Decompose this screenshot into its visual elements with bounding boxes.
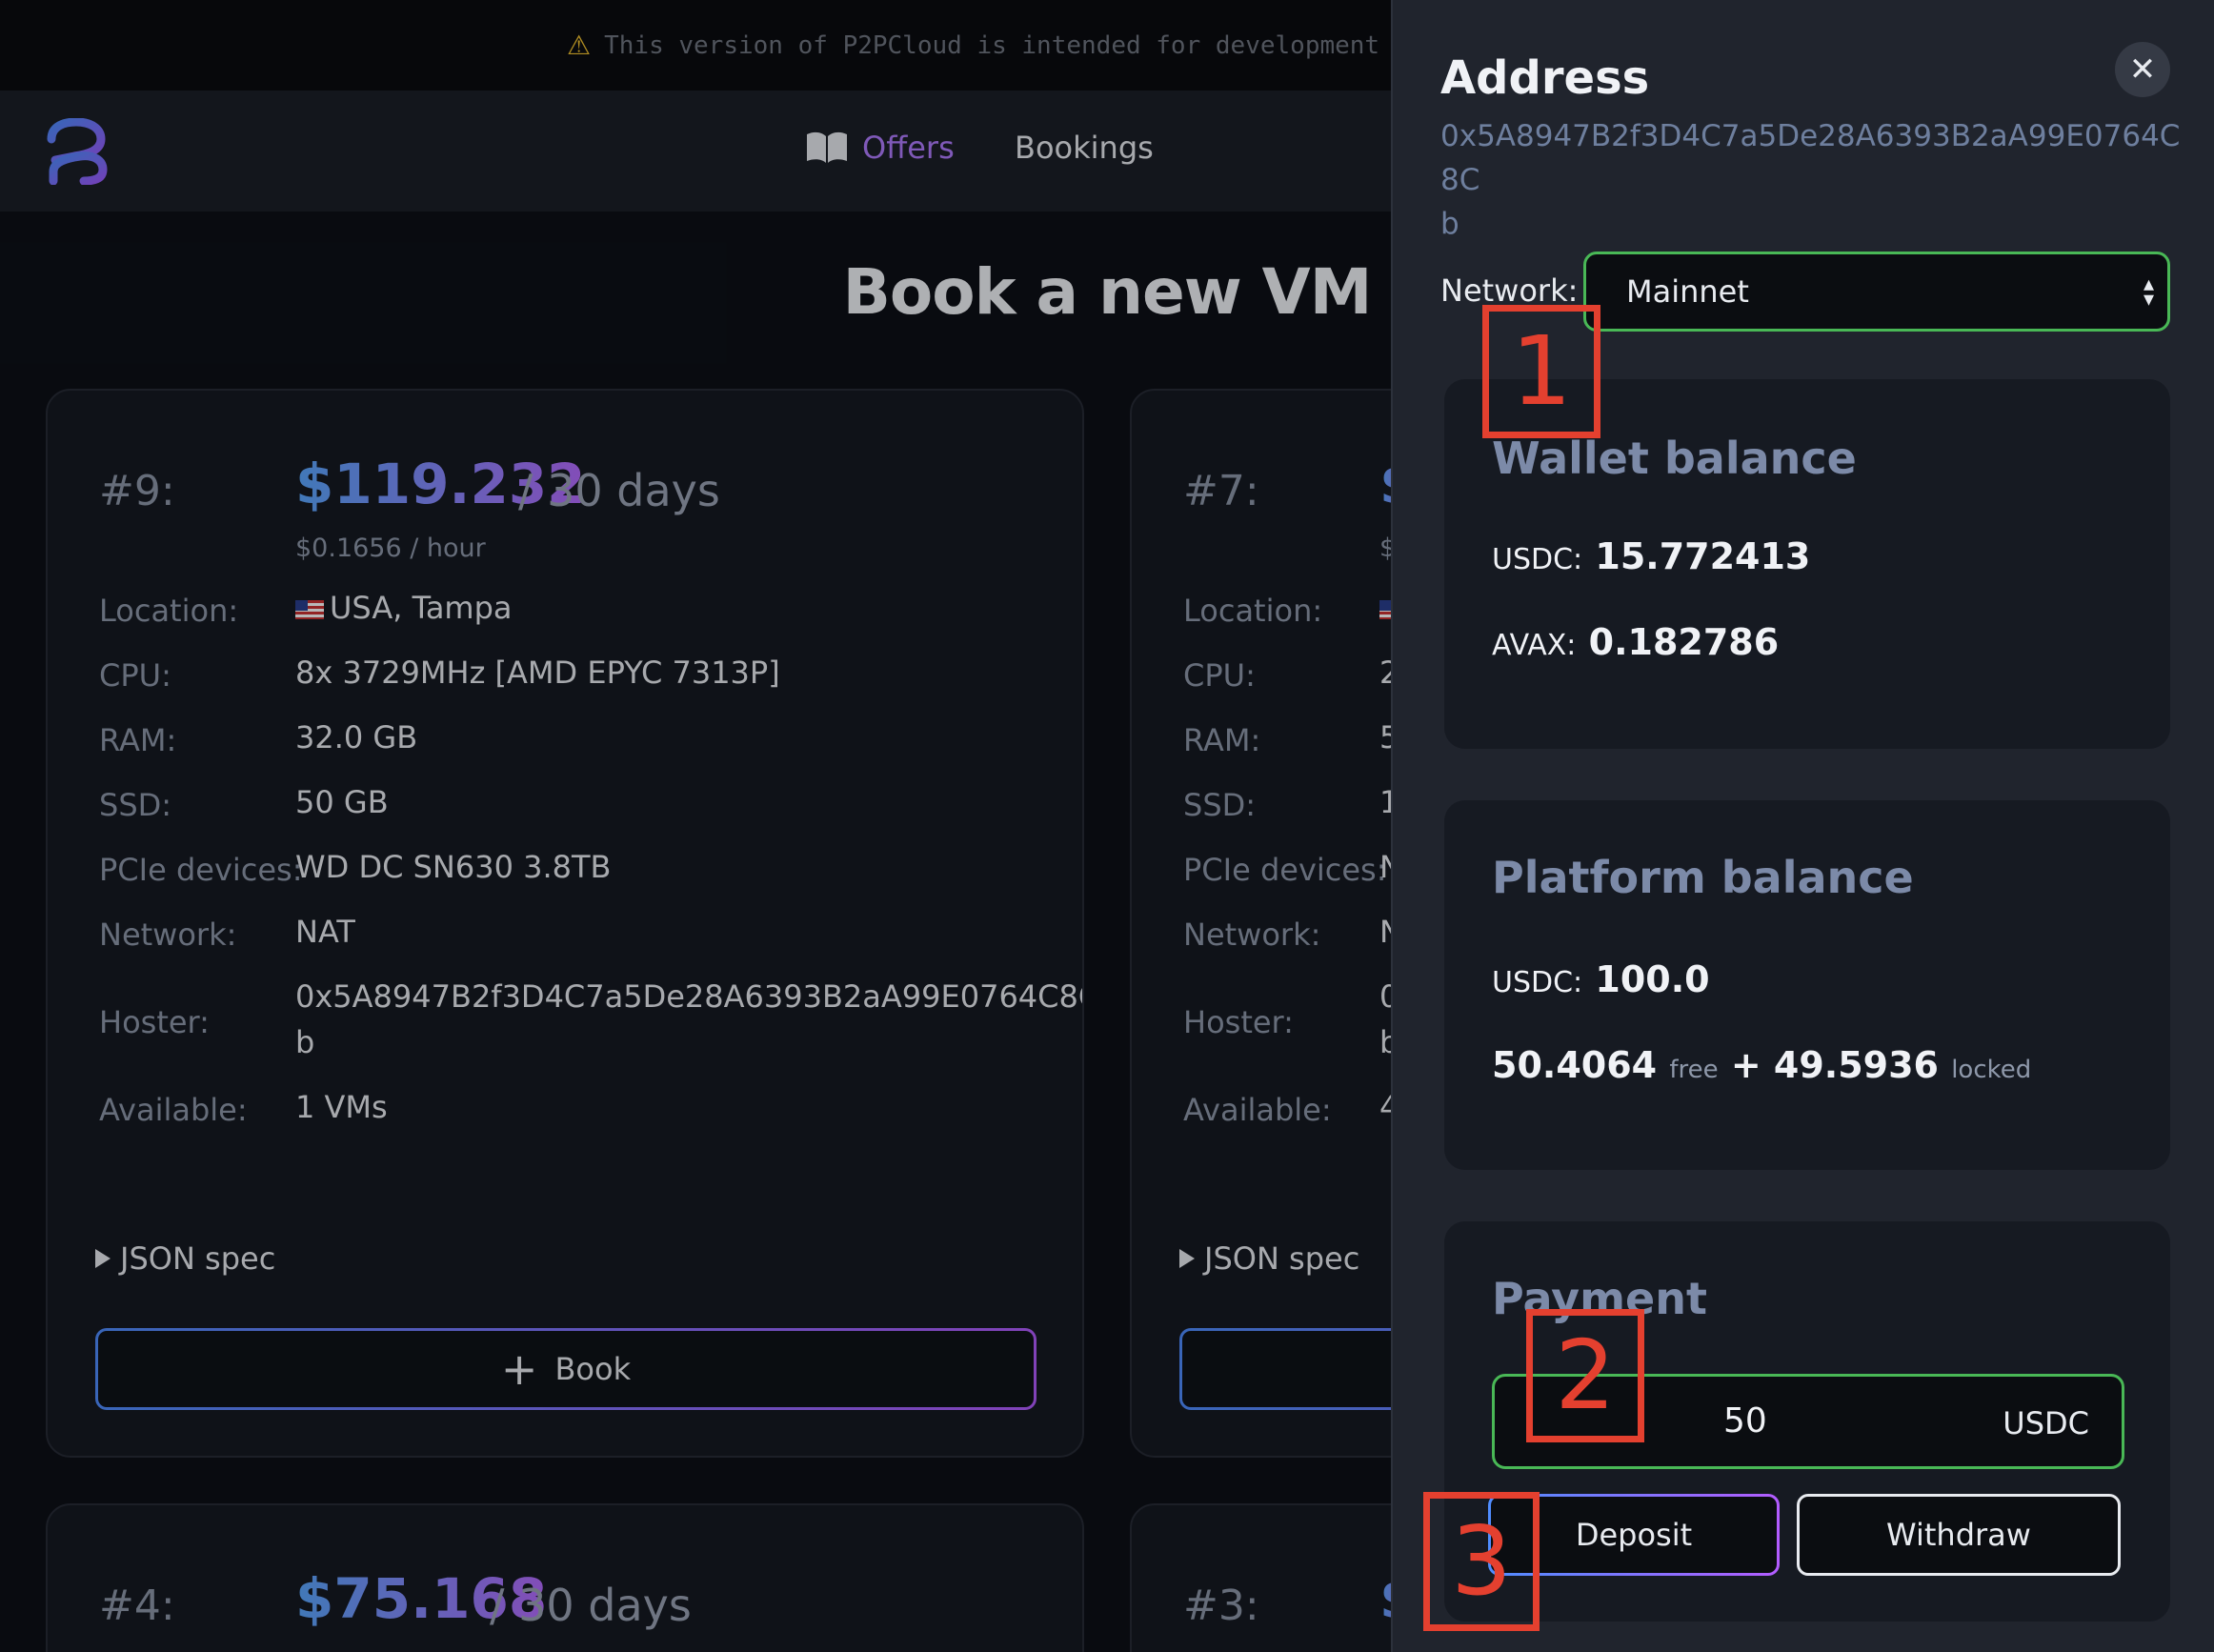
- modal-backdrop[interactable]: [0, 0, 1391, 1652]
- wallet-usdc-balance: USDC: 15.772413: [1492, 535, 1811, 577]
- payment-currency-unit: USDC: [2003, 1405, 2089, 1441]
- annotation-marker-3: 3: [1423, 1492, 1540, 1631]
- select-arrows-icon: ▴ ▾: [2143, 272, 2154, 312]
- payment-amount-value: 50: [1723, 1401, 1767, 1440]
- platform-balance-card: Platform balance USDC: 100.0 50.4064 fre…: [1444, 800, 2170, 1170]
- panel-title: Address: [1440, 51, 1650, 105]
- network-label: Network:: [1440, 272, 1579, 309]
- platform-balance-title: Platform balance: [1492, 852, 1914, 903]
- withdraw-button[interactable]: Withdraw: [1797, 1494, 2121, 1576]
- wallet-balance-title: Wallet balance: [1492, 433, 1857, 484]
- network-selected-value: Mainnet: [1626, 273, 1749, 310]
- wallet-avax-balance: AVAX: 0.182786: [1492, 621, 1780, 663]
- wallet-address[interactable]: 0x5A8947B2f3D4C7a5De28A6393B2aA99E0764C8…: [1440, 114, 2184, 246]
- annotation-marker-2: 2: [1526, 1309, 1644, 1442]
- platform-usdc-balance: USDC: 100.0: [1492, 958, 1710, 1000]
- wallet-side-panel: Address ✕ 0x5A8947B2f3D4C7a5De28A6393B2a…: [1391, 0, 2214, 1652]
- network-select[interactable]: Mainnet ▴ ▾: [1583, 252, 2170, 332]
- platform-free-locked: 50.4064 free + 49.5936 locked: [1492, 1044, 2032, 1086]
- close-icon[interactable]: ✕: [2115, 42, 2170, 97]
- annotation-marker-1: 1: [1482, 305, 1600, 438]
